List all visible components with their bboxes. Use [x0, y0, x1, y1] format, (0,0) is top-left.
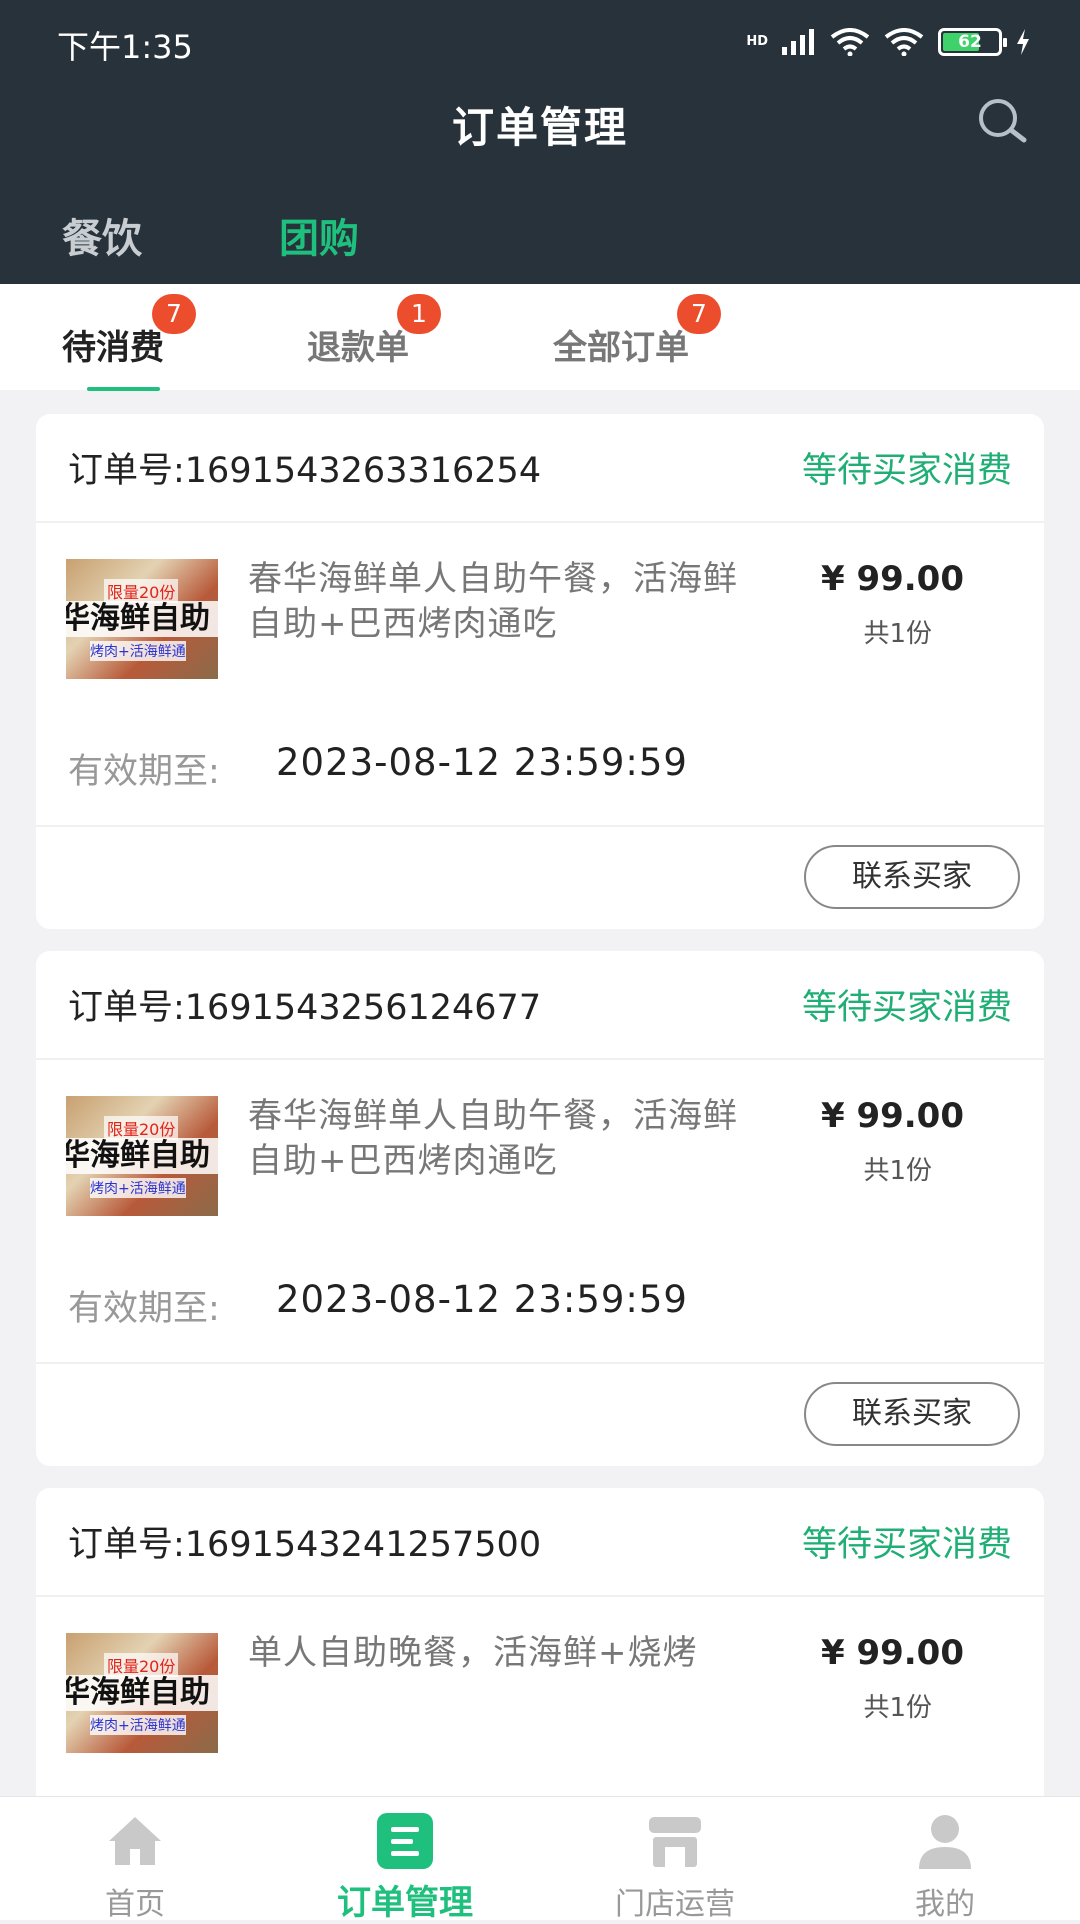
product-quantity: 共1份 [863, 619, 932, 649]
status-bar: 下午1:35 HD 62 [0, 0, 1080, 80]
search-icon[interactable] [974, 96, 1034, 146]
thumbnail-tag-mid: 华海鲜自助 [66, 601, 218, 637]
nav-home-label: 首页 [105, 1887, 165, 1922]
thumbnail-tag-top: 限量20份 [104, 1116, 179, 1140]
thumbnail-tag-mid: 华海鲜自助 [66, 1138, 218, 1174]
charging-icon [1017, 29, 1029, 55]
order-number: 订单号:1691543241257500 [68, 1525, 542, 1565]
tab-all-orders[interactable]: 全部订单 7 [553, 294, 721, 369]
order-card-body: 限量20份 华海鲜自助 烤肉+活海鲜通 春华海鲜单人自助午餐，活海鲜自助+巴西烤… [36, 1060, 1044, 1362]
product-thumbnail: 限量20份 华海鲜自助 烤肉+活海鲜通 [66, 1633, 218, 1753]
order-status: 等待买家消费 [801, 451, 1012, 491]
nav-profile[interactable]: 我的 [810, 1797, 1080, 1922]
category-tab-catering[interactable]: 餐饮 [62, 206, 142, 264]
wifi-icon [830, 28, 870, 56]
page-title: 订单管理 [451, 103, 628, 152]
order-status: 等待买家消费 [801, 1525, 1012, 1565]
active-tab-indicator [87, 387, 160, 391]
order-card-header: 订单号:1691543263316254 等待买家消费 [36, 414, 1044, 523]
tab-all-orders-badge: 7 [677, 294, 721, 334]
tab-refunds-label: 退款单 [307, 328, 409, 368]
order-card[interactable]: 订单号:1691543256124677 等待买家消费 限量20份 华海鲜自助 … [36, 951, 1044, 1466]
order-card-footer: 联系买家 [36, 1362, 1044, 1466]
product-price: ¥ 99.00 [820, 559, 964, 599]
product-price: ¥ 99.00 [820, 1096, 964, 1136]
nav-home[interactable]: 首页 [0, 1797, 270, 1922]
signal-icon [782, 29, 814, 55]
nav-store[interactable]: 门店运营 [540, 1797, 810, 1922]
thumbnail-tag-bottom: 烤肉+活海鲜通 [90, 641, 186, 661]
status-time: 下午1:35 [57, 28, 193, 66]
status-icons: HD 62 [746, 24, 1030, 60]
tab-refunds-badge: 1 [397, 294, 441, 334]
thumbnail-tag-bottom: 烤肉+活海鲜通 [90, 1715, 186, 1735]
order-number: 订单号:1691543256124677 [68, 988, 542, 1028]
product-quantity: 共1份 [863, 1693, 932, 1723]
order-card-header: 订单号:1691543256124677 等待买家消费 [36, 951, 1044, 1060]
home-icon [109, 1817, 161, 1865]
product-quantity: 共1份 [863, 1156, 932, 1186]
nav-profile-label: 我的 [915, 1887, 975, 1922]
product-thumbnail: 限量20份 华海鲜自助 烤肉+活海鲜通 [66, 1096, 218, 1216]
bottom-navigation: 首页 订单管理 门店运营 我的 [0, 1796, 1080, 1923]
order-card[interactable]: 订单号:1691543263316254 等待买家消费 限量20份 华海鲜自助 … [36, 414, 1044, 929]
app-header: 下午1:35 HD 62 订单管理 餐饮 团购 [0, 0, 1080, 284]
thumbnail-tag-top: 限量20份 [104, 1653, 179, 1677]
order-card-header: 订单号:1691543241257500 等待买家消费 [36, 1488, 1044, 1597]
contact-buyer-button[interactable]: 联系买家 [804, 1382, 1020, 1446]
tab-pending[interactable]: 待消费 7 [62, 294, 196, 369]
product-name: 春华海鲜单人自助午餐，活海鲜自助+巴西烤肉通吃 [248, 559, 738, 644]
product-thumbnail: 限量20份 华海鲜自助 烤肉+活海鲜通 [66, 559, 218, 679]
product-price: ¥ 99.00 [820, 1633, 964, 1673]
valid-until-label: 有效期至: [68, 752, 220, 792]
thumbnail-tag-bottom: 烤肉+活海鲜通 [90, 1178, 186, 1198]
order-card-body: 限量20份 华海鲜自助 烤肉+活海鲜通 春华海鲜单人自助午餐，活海鲜自助+巴西烤… [36, 523, 1044, 825]
product-name: 春华海鲜单人自助午餐，活海鲜自助+巴西烤肉通吃 [248, 1096, 738, 1181]
valid-until-date: 2023-08-12 23:59:59 [276, 1278, 688, 1321]
valid-until-label: 有效期至: [68, 1289, 220, 1329]
battery-icon: 62 [938, 28, 1007, 56]
store-icon [649, 1817, 701, 1867]
order-icon [377, 1813, 433, 1869]
nav-orders-label: 订单管理 [337, 1883, 473, 1923]
category-tab-group-buy[interactable]: 团购 [279, 206, 359, 264]
nav-store-label: 门店运营 [615, 1887, 735, 1922]
tab-pending-badge: 7 [152, 294, 196, 334]
order-card-footer: 联系买家 [36, 825, 1044, 929]
hd-indicator: HD [746, 34, 768, 49]
tab-refunds[interactable]: 退款单 1 [307, 294, 441, 369]
tab-pending-label: 待消费 [62, 328, 164, 368]
order-status: 等待买家消费 [801, 988, 1012, 1028]
nav-orders[interactable]: 订单管理 [270, 1797, 540, 1923]
contact-buyer-button[interactable]: 联系买家 [804, 845, 1020, 909]
thumbnail-tag-mid: 华海鲜自助 [66, 1675, 218, 1711]
order-list: 订单号:1691543263316254 等待买家消费 限量20份 华海鲜自助 … [36, 414, 1044, 1921]
order-number: 订单号:1691543263316254 [68, 451, 542, 491]
order-status-tabs: 待消费 7 退款单 1 全部订单 7 [0, 284, 1080, 391]
product-name: 单人自助晚餐，活海鲜+烧烤 [248, 1633, 698, 1673]
wifi-secondary-icon [884, 28, 924, 56]
tab-all-orders-label: 全部订单 [553, 328, 689, 368]
thumbnail-tag-top: 限量20份 [104, 579, 179, 603]
battery-level: 62 [958, 32, 982, 52]
valid-until-date: 2023-08-12 23:59:59 [276, 741, 688, 784]
profile-icon [919, 1815, 971, 1869]
